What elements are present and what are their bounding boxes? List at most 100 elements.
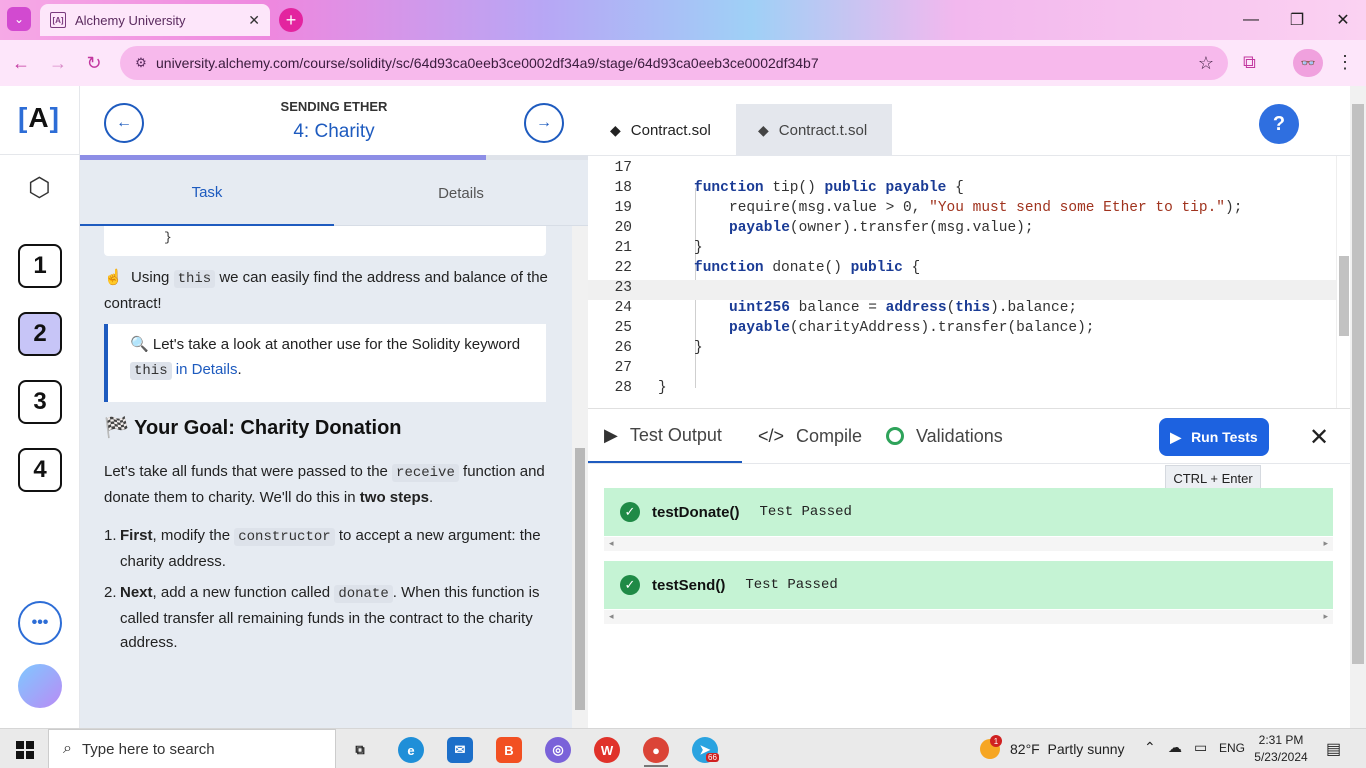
code-editor[interactable]: 17 18 function tip() public payable { 19 r… bbox=[588, 156, 1336, 408]
play-icon: ▶ bbox=[604, 424, 618, 445]
reload-icon[interactable]: ↻ bbox=[82, 51, 106, 75]
details-link[interactable]: in Details bbox=[176, 361, 238, 378]
wps-office-icon[interactable]: W bbox=[594, 737, 620, 763]
code-line: 26} bbox=[588, 340, 1336, 360]
tab-title: Alchemy University bbox=[75, 12, 186, 28]
ethereum-icon: ◆ bbox=[610, 121, 621, 138]
tab-details[interactable]: Details bbox=[334, 160, 588, 226]
network-icon[interactable]: ☁ bbox=[1168, 739, 1182, 756]
inline-code: this bbox=[130, 361, 172, 380]
scroll-right-icon[interactable]: ▸ bbox=[1323, 611, 1328, 622]
window-close-icon[interactable]: ✕ bbox=[1320, 0, 1366, 40]
language-indicator[interactable]: ENG bbox=[1219, 741, 1245, 755]
code-text: donate() bbox=[763, 260, 851, 276]
page-scroll-thumb[interactable] bbox=[1352, 104, 1364, 664]
bookmark-star-icon[interactable]: ☆ bbox=[1198, 53, 1214, 74]
text: , add a new function called bbox=[152, 584, 331, 601]
chevron-up-icon[interactable]: ⌃ bbox=[1144, 739, 1156, 756]
scroll-left-icon[interactable]: ◂ bbox=[609, 611, 614, 622]
tab-contract-t-sol[interactable]: ◆ Contract.t.sol bbox=[736, 104, 892, 156]
clock-date: 5/23/2024 bbox=[1254, 750, 1308, 764]
task-view-icon[interactable]: ⧉ bbox=[347, 737, 373, 763]
stage-4-button[interactable]: 4 bbox=[18, 448, 62, 492]
button-label: Run Tests bbox=[1191, 429, 1258, 445]
new-tab-plus-icon[interactable]: + bbox=[279, 8, 303, 32]
result-scrollbar[interactable]: ◂ ▸ bbox=[604, 610, 1333, 624]
browser-tab-strip: ⌄ [A] Alchemy University ✕ + — ❐ ✕ bbox=[0, 0, 1366, 40]
scroll-left-icon[interactable]: ◂ bbox=[609, 538, 614, 549]
close-icon[interactable]: ✕ bbox=[1309, 423, 1329, 452]
tab-compile[interactable]: </> Compile bbox=[758, 409, 862, 463]
text: . bbox=[237, 360, 242, 378]
page-scrollbar[interactable] bbox=[1350, 86, 1366, 728]
paragraph-goal: Let's take all funds that were passed to… bbox=[104, 460, 548, 510]
minimize-icon[interactable]: — bbox=[1228, 0, 1274, 40]
section-title: SENDING ETHER bbox=[280, 99, 388, 114]
tab-search-icon[interactable]: ⌄ bbox=[7, 7, 31, 31]
back-arrow-icon[interactable]: ← bbox=[9, 51, 33, 75]
profile-avatar[interactable]: 👓 bbox=[1293, 49, 1323, 77]
stage-2-button[interactable]: 2 bbox=[18, 312, 62, 356]
line-number: 22 bbox=[614, 260, 632, 276]
line-number: 21 bbox=[614, 240, 632, 256]
close-icon[interactable]: ✕ bbox=[248, 12, 260, 29]
tab-contract-sol[interactable]: ◆ Contract.sol bbox=[588, 104, 736, 156]
lesson-scroll-thumb[interactable] bbox=[575, 448, 585, 710]
tab-validations[interactable]: Validations bbox=[886, 409, 1003, 463]
copilot-icon[interactable]: ◎ bbox=[545, 737, 571, 763]
lesson-scrollbar[interactable] bbox=[572, 226, 588, 728]
chrome-browser-icon[interactable]: ● bbox=[643, 737, 669, 763]
run-tests-button[interactable]: ▶ Run Tests bbox=[1159, 418, 1269, 456]
goal-heading: 🏁 Your Goal: Charity Donation bbox=[104, 416, 402, 441]
weather-badge: 1 bbox=[990, 735, 1002, 747]
code-text: ); bbox=[1225, 200, 1243, 216]
code-text: (charityAddress).transfer(balance); bbox=[789, 320, 1095, 336]
stage-3-button[interactable]: 3 bbox=[18, 380, 62, 424]
user-avatar[interactable] bbox=[18, 664, 62, 708]
previous-stage-button[interactable]: ← bbox=[104, 103, 144, 143]
tab-label: Contract.sol bbox=[630, 121, 711, 139]
code-line: 22 function donate() public { bbox=[588, 260, 1336, 280]
windows-start-icon[interactable] bbox=[16, 741, 34, 759]
scroll-right-icon[interactable]: ▸ bbox=[1323, 538, 1328, 549]
restore-icon[interactable]: ❐ bbox=[1274, 0, 1320, 40]
code-text: balance = bbox=[789, 300, 886, 316]
hexagon-stack-icon[interactable]: ⬡ bbox=[28, 172, 51, 203]
weather-widget[interactable]: 1 82°F Partly sunny bbox=[980, 735, 1125, 759]
result-scrollbar[interactable]: ◂ ▸ bbox=[604, 537, 1333, 551]
lesson-panel: ← SENDING ETHER 4: Charity → Task Detail… bbox=[80, 86, 588, 728]
browser-toolbar: ← → ↻ ⚙ university.alchemy.com/course/so… bbox=[0, 40, 1366, 86]
mail-icon[interactable]: ✉ bbox=[447, 737, 473, 763]
help-button[interactable]: ? bbox=[1259, 104, 1299, 144]
tab-test-output[interactable]: ▶ Test Output bbox=[588, 409, 742, 463]
details-callout: 🔍 Let's take a look at another use for t… bbox=[104, 324, 546, 402]
browser-tab[interactable]: [A] Alchemy University ✕ bbox=[40, 4, 270, 36]
taskbar-search[interactable]: ⌕ Type here to search bbox=[48, 729, 336, 768]
step-1: 1. First, modify the constructor to acce… bbox=[104, 524, 548, 574]
tab-task[interactable]: Task bbox=[80, 160, 334, 226]
line-number: 20 bbox=[614, 220, 632, 236]
check-circle-icon: ✓ bbox=[620, 575, 640, 595]
brave-browser-icon[interactable]: B bbox=[496, 737, 522, 763]
partly-sunny-icon: 1 bbox=[980, 735, 1002, 759]
forward-arrow-icon[interactable]: → bbox=[46, 51, 70, 75]
browser-menu-icon[interactable]: ⋮ bbox=[1336, 52, 1354, 73]
more-options-button[interactable]: ••• bbox=[18, 601, 62, 645]
active-app-indicator bbox=[644, 765, 668, 767]
notification-icon[interactable]: ▤ bbox=[1326, 739, 1341, 759]
editor-scrollbar[interactable] bbox=[1336, 156, 1350, 408]
battery-icon[interactable]: ▭ bbox=[1194, 739, 1207, 756]
address-bar[interactable]: ⚙ university.alchemy.com/course/solidity… bbox=[120, 46, 1228, 80]
next-stage-button[interactable]: → bbox=[524, 103, 564, 143]
test-status: Test Passed bbox=[745, 577, 838, 593]
code-text: } bbox=[694, 240, 703, 256]
stage-1-button[interactable]: 1 bbox=[18, 244, 62, 288]
clock[interactable]: 2:31 PM 5/23/2024 bbox=[1246, 732, 1316, 766]
extensions-puzzle-icon[interactable]: ⧉ bbox=[1243, 52, 1256, 73]
text: Let's take a look at another use for the… bbox=[152, 336, 521, 353]
alchemy-logo[interactable]: [A] bbox=[18, 102, 60, 134]
site-settings-icon[interactable]: ⚙ bbox=[126, 55, 156, 71]
editor-scroll-thumb[interactable] bbox=[1339, 256, 1349, 336]
code-text: require(msg.value > 0, bbox=[729, 200, 930, 216]
edge-browser-icon[interactable]: e bbox=[398, 737, 424, 763]
